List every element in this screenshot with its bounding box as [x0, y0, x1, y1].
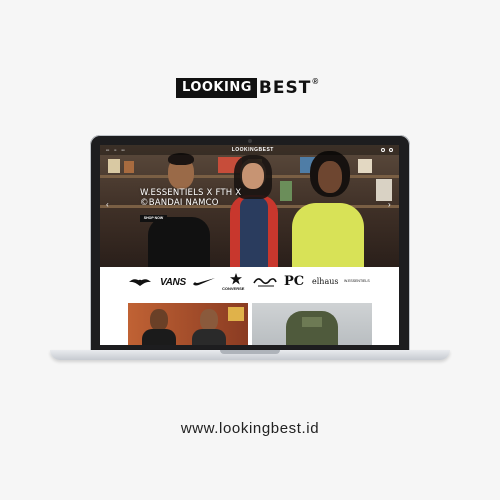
person-right-hoodie: [292, 203, 364, 267]
converse-star-icon[interactable]: [230, 273, 242, 285]
logo-looking-box: LOOKING: [176, 78, 257, 98]
poster: [124, 161, 134, 173]
nike-swoosh-icon[interactable]: [192, 277, 216, 287]
tile-person-head: [150, 309, 168, 331]
poster: [108, 159, 120, 173]
hero-title: W.ESSENTIELS X FTH X ©BANDAI NAMCO: [140, 188, 242, 208]
nav-icons: [381, 148, 393, 152]
site-logo[interactable]: LOOKINGBEST: [232, 147, 274, 153]
person-left-jacket: [148, 217, 210, 267]
feature-tile-right[interactable]: [252, 303, 372, 345]
brand-pc[interactable]: PC: [284, 274, 304, 289]
search-icon[interactable]: [381, 148, 385, 152]
person-middle-face: [242, 163, 264, 189]
carousel-prev-arrow-icon[interactable]: ‹: [106, 201, 109, 209]
tile-poster: [228, 307, 244, 321]
tile-person-body: [142, 329, 176, 345]
laptop-screen: ▪▪▪ ▪▪ ▪▪▪ LOOKINGBEST W.ESSENTIELS X FT…: [100, 145, 399, 345]
brand-vans[interactable]: VANS: [160, 277, 186, 288]
website-url[interactable]: www.lookingbest.id: [0, 420, 500, 437]
cart-icon[interactable]: [389, 148, 393, 152]
tile-person-body: [192, 329, 226, 345]
brand-converse[interactable]: CONVERSE: [222, 286, 244, 291]
poster: [280, 181, 292, 201]
tile-jacket-print: [302, 317, 322, 327]
hero-banner[interactable]: ▪▪▪ ▪▪ ▪▪▪ LOOKINGBEST W.ESSENTIELS X FT…: [100, 145, 399, 267]
nav-link[interactable]: ▪▪▪: [106, 148, 109, 152]
site-navbar: ▪▪▪ ▪▪ ▪▪▪ LOOKINGBEST: [100, 145, 399, 155]
poster: [376, 179, 392, 201]
poster: [358, 159, 372, 173]
logo-est: EST: [272, 78, 312, 98]
nav-link[interactable]: ▪▪▪: [121, 148, 124, 152]
shop-now-button[interactable]: SHOP NOW: [140, 215, 167, 222]
logo-est-text: BEST: [259, 78, 311, 98]
feature-tile-left[interactable]: [128, 303, 248, 345]
script-brand-logo-icon[interactable]: [252, 274, 278, 288]
camera-icon: [248, 139, 252, 143]
brand-w-essentiels[interactable]: W.ESSENTIELS: [344, 279, 370, 283]
nav-links: ▪▪▪ ▪▪ ▪▪▪: [106, 148, 125, 152]
tile-person-head: [200, 309, 218, 331]
brand-strip: VANS CONVERSE PC elhaus W.ESSENTIELS: [100, 267, 399, 299]
carousel-next-arrow-icon[interactable]: ›: [388, 201, 391, 209]
nav-link[interactable]: ▪▪: [114, 148, 116, 152]
brand-logo: LOOKING BEST ®: [176, 77, 319, 98]
brand-elhaus[interactable]: elhaus: [312, 277, 338, 286]
logo-b-glyph: B: [258, 78, 273, 98]
laptop-base: [50, 350, 450, 360]
registered-mark: ®: [312, 77, 319, 86]
jordan-wings-logo-icon[interactable]: [128, 276, 152, 288]
laptop-notch: [220, 350, 280, 354]
person-right-head: [318, 161, 342, 193]
